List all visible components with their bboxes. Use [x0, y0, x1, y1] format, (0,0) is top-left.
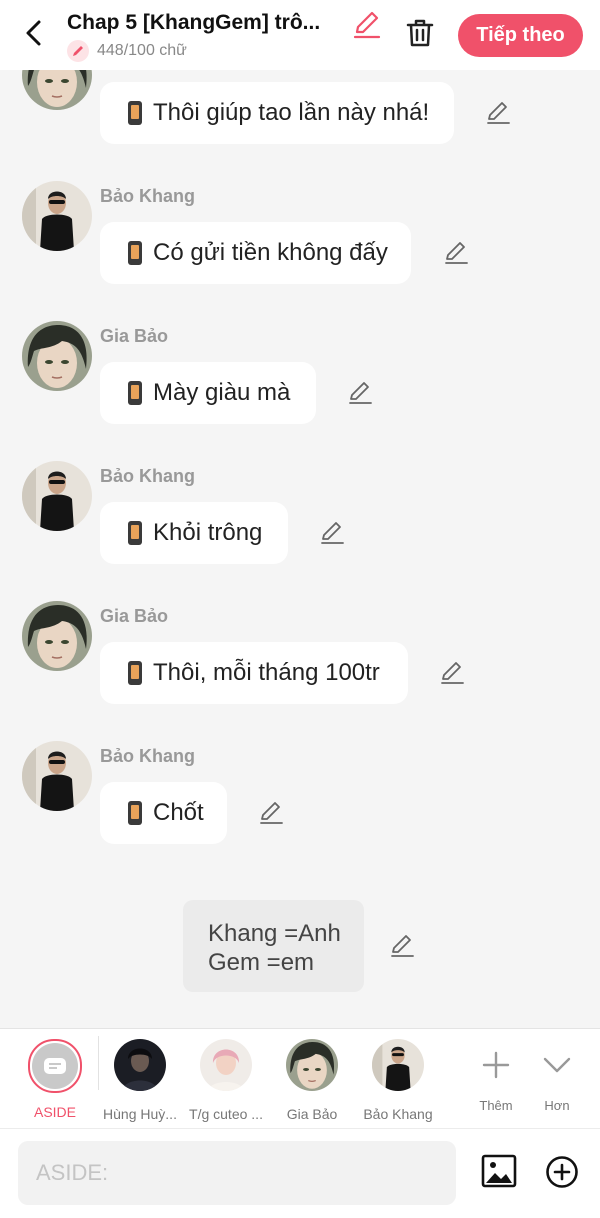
- character-label: Hùng Huỳ...: [103, 1106, 177, 1122]
- edit-message-icon[interactable]: [485, 100, 511, 126]
- character-label: Gia Bảo: [286, 1106, 338, 1122]
- character-tg-cuteo[interactable]: T/g cuteo ...: [183, 1039, 269, 1122]
- add-circle-icon[interactable]: [545, 1155, 579, 1189]
- phone-icon: [128, 661, 142, 685]
- avatar-bao-khang-small: [372, 1039, 424, 1091]
- plus-icon: [482, 1051, 510, 1079]
- edit-title-icon[interactable]: [352, 10, 382, 40]
- more-characters-button[interactable]: Hơn: [526, 1039, 588, 1113]
- character-hung-huy[interactable]: Hùng Huỳ...: [97, 1039, 183, 1122]
- chevron-down-icon: [543, 1057, 571, 1073]
- sender-name: Gia Bảo: [100, 606, 169, 626]
- character-label: T/g cuteo ...: [189, 1106, 263, 1122]
- character-bar: ASIDE Hùng Huỳ... T/g cuteo ... Gia Bảo …: [0, 1028, 600, 1128]
- message-input[interactable]: [18, 1141, 456, 1205]
- word-count-text: 448/100 chữ: [97, 42, 187, 59]
- phone-icon: [128, 381, 142, 405]
- character-aside[interactable]: ASIDE: [12, 1039, 98, 1120]
- message-bubble[interactable]: Thôi, mỗi tháng 100tr: [100, 642, 408, 704]
- pencil-badge-icon: [67, 40, 89, 62]
- phone-icon: [128, 521, 142, 545]
- sender-name: Bảo Khang: [100, 186, 196, 206]
- avatar-tg-cuteo: [200, 1039, 252, 1091]
- phone-icon: [128, 241, 142, 265]
- edit-message-icon[interactable]: [439, 660, 465, 686]
- sender-name: Bảo Khang: [100, 746, 196, 766]
- character-divider: [98, 1036, 99, 1090]
- phone-icon: [128, 101, 142, 125]
- character-gia-bao[interactable]: Gia Bảo: [269, 1038, 355, 1122]
- phone-icon: [128, 801, 142, 825]
- edit-message-icon[interactable]: [443, 240, 469, 266]
- edit-message-icon[interactable]: [347, 380, 373, 406]
- more-label: Hơn: [544, 1098, 570, 1113]
- message-bubble[interactable]: Chốt: [100, 782, 227, 844]
- input-bar: [0, 1128, 600, 1218]
- next-button[interactable]: Tiếp theo: [458, 14, 583, 57]
- avatar-gia-bao-small: [285, 1038, 339, 1092]
- message-bubble[interactable]: Thôi giúp tao lần này nhá!: [100, 82, 454, 144]
- edit-aside-icon[interactable]: [389, 933, 415, 959]
- character-bao-khang[interactable]: Bảo Khang: [355, 1039, 441, 1122]
- message-bubble[interactable]: Có gửi tiền không đấy: [100, 222, 411, 284]
- word-count: 448/100 chữ: [67, 40, 187, 62]
- avatar-hung-huy: [114, 1039, 166, 1091]
- sender-name: Gia Bảo: [100, 326, 169, 346]
- message-bubble[interactable]: Mày giàu mà: [100, 362, 316, 424]
- message-text: Có gửi tiền không đấy: [153, 239, 388, 266]
- aside-avatar: [28, 1039, 82, 1093]
- message-text: Thôi giúp tao lần này nhá!: [153, 99, 430, 126]
- sender-name: Bảo Khang: [100, 466, 196, 486]
- top-bar: Chap 5 [KhangGem] trô... 448/100 chữ Tiế…: [0, 0, 600, 70]
- avatar-gia-bao[interactable]: [22, 601, 92, 671]
- trash-icon[interactable]: [404, 17, 436, 49]
- message-bubble[interactable]: Khỏi trông: [100, 502, 288, 564]
- aside-note-bubble[interactable]: Khang =Anh Gem =em: [183, 900, 364, 992]
- avatar-bao-khang[interactable]: [22, 741, 92, 811]
- message-text: Mày giàu mà: [153, 379, 291, 406]
- message-text: Chốt: [153, 799, 204, 826]
- image-icon[interactable]: [481, 1153, 517, 1189]
- avatar-bao-khang[interactable]: [22, 461, 92, 531]
- edit-message-icon[interactable]: [319, 520, 345, 546]
- character-label: Bảo Khang: [363, 1106, 433, 1122]
- message-text: Khỏi trông: [153, 519, 263, 546]
- narration-icon: [44, 1058, 66, 1074]
- chapter-title[interactable]: Chap 5 [KhangGem] trô...: [67, 11, 347, 35]
- character-label: ASIDE: [33, 1104, 76, 1120]
- avatar-bao-khang[interactable]: [22, 181, 92, 251]
- back-arrow-icon[interactable]: [18, 16, 52, 50]
- message-text: Thôi, mỗi tháng 100tr: [153, 659, 380, 686]
- edit-message-icon[interactable]: [258, 800, 284, 826]
- avatar-gia-bao[interactable]: [22, 321, 92, 391]
